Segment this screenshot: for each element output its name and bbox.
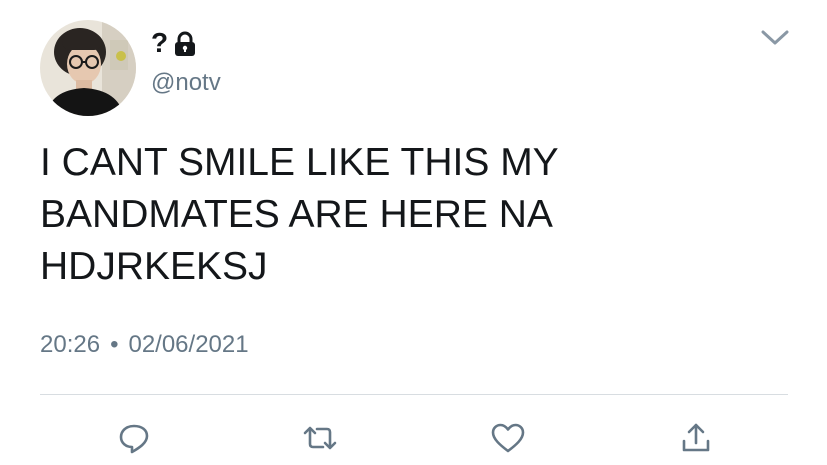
tweet-menu-button[interactable]	[760, 26, 790, 48]
retweet-icon	[303, 426, 337, 450]
divider	[40, 394, 788, 395]
chevron-down-icon	[761, 30, 789, 45]
reply-button[interactable]	[114, 420, 154, 456]
share-button[interactable]	[676, 420, 716, 456]
tweet-text-line: BANDMATES ARE HERE NA	[40, 193, 553, 236]
reply-icon	[119, 424, 149, 454]
tweet-timestamp: 20:26 • 02/06/2021	[40, 330, 249, 360]
like-icon	[491, 423, 525, 453]
avatar[interactable]	[40, 20, 136, 116]
tweet-time[interactable]: 20:26	[40, 330, 100, 360]
tweet-text-line: I CANT SMILE LIKE THIS MY	[40, 141, 559, 184]
avatar-photo	[40, 20, 136, 116]
tweet-text: I CANT SMILE LIKE THIS MY BANDMATES ARE …	[40, 137, 800, 293]
display-name[interactable]: ?	[151, 27, 198, 59]
tweet-text-line: HDJRKEKSJ	[40, 245, 268, 288]
user-handle[interactable]: @notv	[151, 68, 221, 98]
lock-icon	[175, 31, 196, 56]
share-icon	[682, 423, 710, 452]
like-button[interactable]	[488, 420, 528, 456]
display-name-text: ?	[151, 27, 169, 58]
timestamp-separator: •	[110, 331, 119, 358]
retweet-button[interactable]	[300, 420, 340, 456]
tweet-date[interactable]: 02/06/2021	[128, 330, 248, 360]
